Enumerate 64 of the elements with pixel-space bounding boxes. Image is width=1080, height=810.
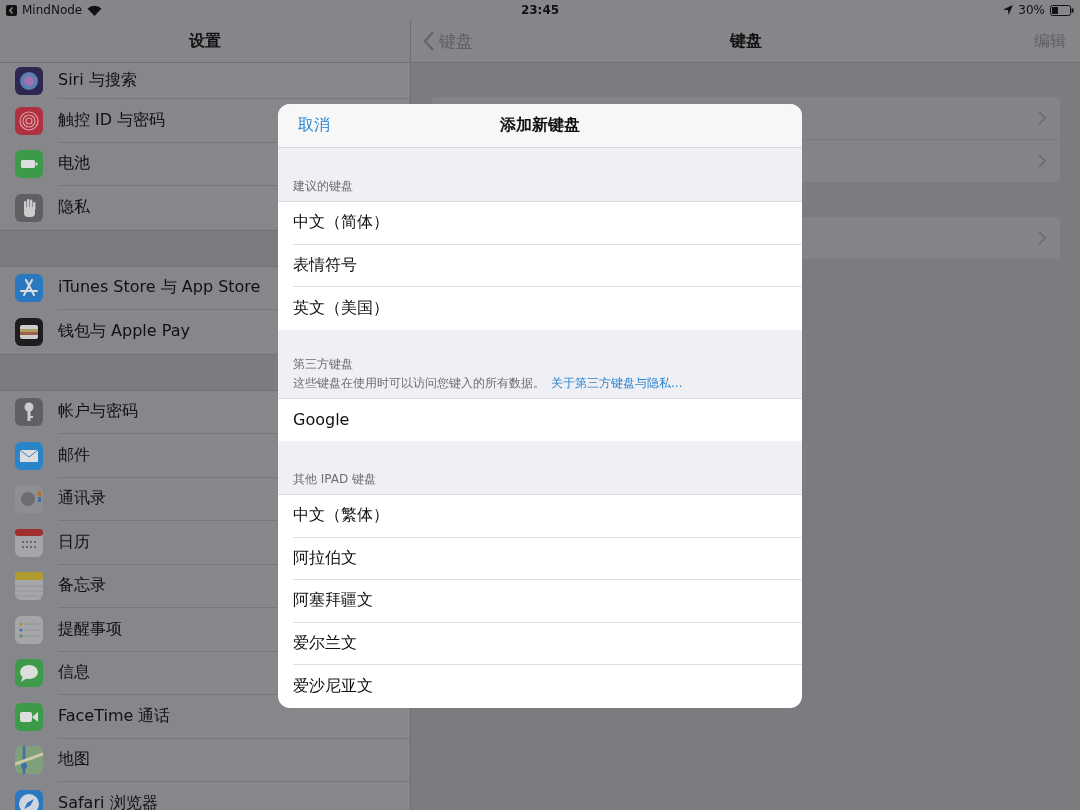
settings-label: 提醒事项: [58, 618, 122, 640]
settings-label: 地图: [58, 749, 90, 771]
chevron-left-icon: [423, 31, 435, 51]
settings-label: FaceTime 通话: [58, 705, 171, 727]
settings-label: 电池: [58, 153, 90, 175]
keyboard-title: 键盘: [729, 30, 762, 52]
back-app-label[interactable]: MindNode: [22, 3, 83, 17]
settings-label: Siri 与搜索: [58, 70, 137, 91]
settings-label: 钱包与 Apple Pay: [58, 321, 190, 343]
settings-label: 隐私: [58, 197, 90, 219]
key-icon: [15, 398, 43, 427]
dialog-title: 添加新键盘: [500, 115, 580, 136]
chevron-right-icon: [1038, 154, 1046, 168]
settings-label: iTunes Store 与 App Store: [58, 277, 261, 299]
wallet-icon: [15, 317, 43, 346]
settings-title: 设置: [189, 30, 221, 52]
calendar-icon: [15, 528, 43, 557]
settings-label: 通讯录: [58, 488, 106, 510]
contacts-icon: [15, 485, 43, 514]
settings-label: 邮件: [58, 444, 90, 466]
status-time: 23:45: [520, 3, 560, 17]
settings-row[interactable]: Safari 浏览器: [0, 782, 410, 810]
battery-percent: 30%: [1018, 3, 1045, 17]
keyboard-option[interactable]: 表情符号: [293, 244, 802, 287]
keyboard-option[interactable]: 中文（繁体）: [293, 495, 802, 538]
settings-label: Safari 浏览器: [58, 793, 158, 810]
map-icon: [15, 746, 43, 775]
location-arrow-icon: [1003, 5, 1014, 15]
app-store-icon: [15, 274, 43, 303]
section-header: 建议的键盘: [293, 178, 354, 195]
keyboard-option[interactable]: 英文（美国）: [278, 287, 802, 330]
settings-row[interactable]: Siri 与搜索: [0, 63, 410, 99]
keyboard-option[interactable]: 爱沙尼亚文: [278, 665, 802, 708]
wifi-icon: [87, 4, 103, 16]
settings-label: 触控 ID 与密码: [58, 109, 166, 131]
chevron-right-icon: [1038, 231, 1046, 245]
chevron-right-icon: [1038, 111, 1046, 125]
settings-label: 信息: [58, 662, 90, 684]
envelope-icon: [15, 441, 43, 470]
section-header: 其他 IPAD 键盘: [293, 471, 378, 488]
keyboard-option[interactable]: Google: [278, 398, 802, 441]
battery-icon: [1050, 4, 1074, 16]
settings-label: 备忘录: [58, 575, 106, 597]
notes-icon: [15, 572, 43, 601]
back-arrow-icon[interactable]: [6, 4, 17, 16]
keyboard-option[interactable]: 爱尔兰文: [293, 622, 802, 665]
cancel-button[interactable]: 取消: [298, 115, 330, 136]
settings-row[interactable]: 地图: [0, 738, 410, 782]
fingerprint-icon: [15, 106, 43, 135]
compass-icon: [15, 789, 43, 810]
battery-icon: [15, 150, 43, 179]
keyboard-option[interactable]: 阿塞拜疆文: [293, 580, 802, 623]
keyboard-option[interactable]: 阿拉伯文: [293, 537, 802, 580]
section-header: 第三方键盘: [293, 355, 354, 373]
keyboard-option[interactable]: 中文（简体）: [293, 202, 802, 245]
speech-bubble-icon: [15, 659, 43, 688]
list-icon: [15, 615, 43, 644]
settings-label: 帐户与密码: [58, 401, 138, 423]
hand-icon: [15, 193, 43, 222]
privacy-link[interactable]: 关于第三方键盘与隐私...: [551, 375, 683, 390]
section-note: 这些键盘在使用时可以访问您键入的所有数据。 关于第三方键盘与隐私...: [293, 374, 684, 392]
video-camera-icon: [15, 702, 43, 731]
orb-icon: [15, 67, 43, 95]
settings-label: 日历: [58, 531, 90, 553]
